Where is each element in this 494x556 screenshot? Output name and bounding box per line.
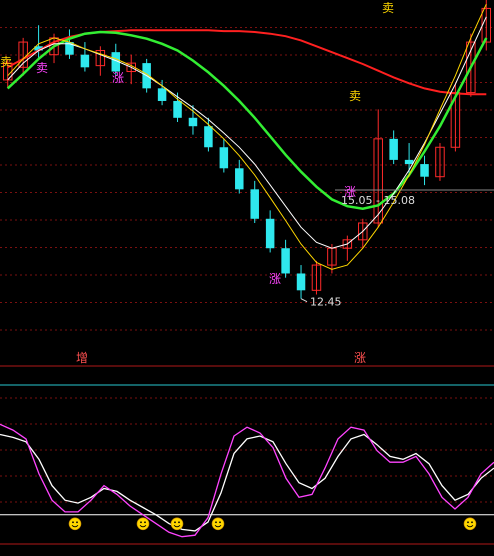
smiley-icon (211, 517, 225, 531)
smiley-icon (463, 517, 477, 531)
signal-marker: 涨 (269, 271, 281, 286)
smiley-icon (170, 517, 184, 531)
chart-canvas: 12.4515.05 - 15.08卖 卖卖卖涨涨涨增涨 (0, 0, 494, 545)
smiley-eye (144, 521, 146, 524)
smiley-eye (471, 521, 473, 524)
smiley-icon (68, 517, 82, 531)
smiley-eye (467, 521, 469, 524)
smiley-eye (140, 521, 142, 524)
signal-marker: 卖 (382, 1, 394, 15)
moving-average-line (7, 3, 487, 270)
low-marker-line (300, 298, 308, 303)
moving-average-line (7, 29, 487, 96)
candle-body (188, 117, 198, 127)
smiley-eye (178, 521, 180, 524)
candle-body (235, 168, 244, 190)
candle-body (265, 218, 275, 249)
candle-body (204, 126, 213, 148)
candle-body (80, 54, 90, 68)
signal-marker: 卖 (36, 61, 48, 75)
oscillator-line (0, 433, 494, 532)
moving-average-line (6, 30, 488, 210)
signal-marker: 卖 (0, 55, 12, 69)
smiley-eye (72, 521, 74, 524)
smiley-eye (76, 521, 78, 524)
candle-body (219, 147, 229, 169)
candle-body (404, 159, 414, 165)
smiley-eye (219, 521, 221, 524)
candle-body (389, 138, 398, 160)
low-price-label: 12.45 (310, 296, 342, 309)
candle-body (157, 88, 167, 101)
smiley-eye (215, 521, 217, 524)
smiley-eye (174, 521, 176, 524)
candle-body (420, 164, 429, 177)
section-label-right: 涨 (354, 350, 366, 365)
candle-body (281, 248, 290, 274)
candle-body (250, 189, 259, 219)
signal-marker: 涨 (344, 184, 356, 199)
candle-body (173, 100, 182, 118)
signal-marker: 卖 (349, 89, 361, 103)
moving-average-line (7, 16, 487, 249)
section-label-left: 增 (76, 351, 88, 365)
signal-marker: 涨 (112, 70, 124, 85)
stock-chart-window: 12.45 15.05 - 15.08 卖卖卖卖涨涨涨增涨 (0, 0, 494, 556)
candle-body (296, 273, 306, 291)
smiley-icon (136, 517, 150, 531)
